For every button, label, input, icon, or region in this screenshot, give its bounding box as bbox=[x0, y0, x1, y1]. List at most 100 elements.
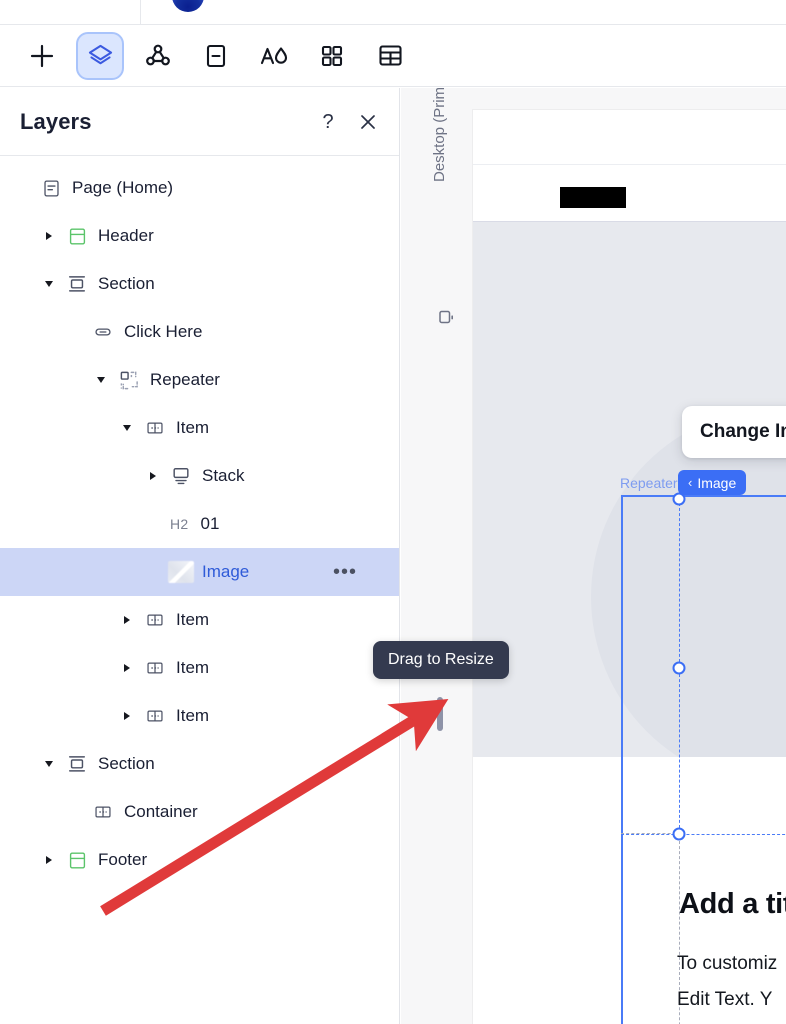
chevron-right-icon[interactable] bbox=[118, 659, 136, 677]
item-icon bbox=[92, 801, 114, 823]
resize-handle-bottom[interactable] bbox=[672, 827, 686, 841]
chevron-right-icon[interactable] bbox=[40, 851, 58, 869]
item-icon bbox=[144, 417, 166, 439]
hero-title: Add a tit bbox=[679, 888, 786, 920]
main-toolbar bbox=[0, 25, 786, 87]
canvas-area: Desktop (Primary) Change Im Repeater ‹ I… bbox=[401, 88, 786, 1024]
item-icon bbox=[144, 609, 166, 631]
layer-row-label: Repeater bbox=[150, 370, 220, 389]
viewport-label: Desktop (Primary) bbox=[431, 88, 448, 182]
layer-row-label: 01 bbox=[200, 514, 220, 533]
chevron-right-icon[interactable] bbox=[118, 611, 136, 629]
layers-panel-header: Layers ? bbox=[0, 88, 399, 156]
connections-button[interactable] bbox=[134, 32, 182, 80]
document-icon bbox=[203, 43, 229, 69]
layer-row-label: Item bbox=[176, 418, 210, 437]
selected-element-chip[interactable]: ‹ Image bbox=[678, 470, 747, 495]
resize-tooltip: Drag to Resize bbox=[373, 641, 509, 679]
chevron-right-icon[interactable] bbox=[144, 467, 162, 485]
layer-row-item[interactable]: Item bbox=[0, 404, 399, 452]
layer-row-header[interactable]: Header bbox=[0, 212, 399, 260]
resize-handle-middle[interactable] bbox=[672, 661, 686, 675]
layer-row-01[interactable]: H2 01 bbox=[0, 500, 399, 548]
layer-row-label: Item bbox=[176, 658, 210, 677]
theme-button[interactable] bbox=[250, 32, 298, 80]
section-icon bbox=[66, 753, 88, 775]
layer-row-image[interactable]: Image ••• bbox=[0, 548, 399, 596]
layer-row-page-home[interactable]: Page (Home) bbox=[0, 164, 399, 212]
selected-element-chip-label: Image bbox=[697, 474, 737, 491]
layer-row-label: Footer bbox=[98, 850, 148, 869]
hero-body-line: To customiz bbox=[677, 953, 778, 974]
top-strip-divider bbox=[140, 0, 141, 25]
chevron-down-icon[interactable] bbox=[118, 419, 136, 437]
layer-row-label: Stack bbox=[202, 466, 245, 485]
layer-row-item[interactable]: Item bbox=[0, 596, 399, 644]
apps-button[interactable] bbox=[308, 32, 356, 80]
top-strip bbox=[0, 0, 786, 25]
repeater-bounding-box bbox=[621, 495, 786, 1024]
plus-icon bbox=[28, 42, 56, 70]
layer-row-section[interactable]: Section bbox=[0, 740, 399, 788]
chevron-left-icon: ‹ bbox=[688, 475, 693, 490]
layer-row-click-here[interactable]: Click Here bbox=[0, 308, 399, 356]
repeater-label: Repeater bbox=[620, 475, 678, 491]
layer-row-label: Section bbox=[98, 274, 155, 293]
header-icon bbox=[66, 225, 88, 247]
page-icon bbox=[40, 177, 62, 199]
header-icon bbox=[66, 849, 88, 871]
layer-row-section[interactable]: Section bbox=[0, 260, 399, 308]
chevron-down-icon[interactable] bbox=[40, 755, 58, 773]
layer-row-container[interactable]: Container bbox=[0, 788, 399, 836]
layer-row-stack[interactable]: Stack bbox=[0, 452, 399, 500]
layers-button[interactable] bbox=[76, 31, 124, 80]
table-button[interactable] bbox=[366, 32, 414, 80]
chevron-down-icon[interactable] bbox=[40, 275, 58, 293]
text-and-color-icon bbox=[259, 43, 289, 69]
logo-placeholder bbox=[560, 187, 626, 208]
heading-level-tag: H2 bbox=[170, 516, 189, 532]
hero-body-line: text and m bbox=[677, 1018, 777, 1024]
table-icon bbox=[377, 43, 404, 68]
chevron-right-icon[interactable] bbox=[118, 707, 136, 725]
layers-panel: Layers ? Page (Home) Header Section Click H… bbox=[0, 88, 400, 1024]
layer-row-label: Image bbox=[202, 562, 250, 581]
page-button[interactable] bbox=[192, 32, 240, 80]
change-image-button[interactable]: Change Im bbox=[682, 406, 786, 458]
layer-row-item[interactable]: Item bbox=[0, 692, 399, 740]
section-icon bbox=[66, 273, 88, 295]
layer-row-label: Container bbox=[124, 802, 198, 821]
close-icon[interactable] bbox=[355, 109, 381, 135]
repeater-icon bbox=[118, 369, 140, 391]
layer-row-label: Item bbox=[176, 610, 210, 629]
desktop-icon bbox=[439, 310, 455, 330]
layer-row-label: Page (Home) bbox=[72, 178, 174, 197]
layer-row-label: Section bbox=[98, 754, 155, 773]
hero-body-text: To customiz Edit Text. Y text and m bbox=[677, 946, 777, 1024]
button-icon bbox=[92, 321, 114, 343]
selection-guide-horizontal bbox=[621, 834, 786, 835]
layer-row-footer[interactable]: Footer bbox=[0, 836, 399, 884]
node-graph-icon bbox=[144, 42, 172, 70]
add-button[interactable] bbox=[18, 32, 66, 80]
help-icon[interactable]: ? bbox=[315, 109, 341, 135]
resize-handle-top[interactable] bbox=[672, 492, 686, 506]
page-title: Layers bbox=[20, 108, 92, 134]
layer-row-label: Header bbox=[98, 226, 154, 245]
item-icon bbox=[144, 705, 166, 727]
stack-icon bbox=[170, 465, 192, 487]
site-navbar bbox=[473, 166, 786, 221]
panel-header-actions: ? bbox=[315, 88, 381, 156]
layer-row-repeater[interactable]: Repeater bbox=[0, 356, 399, 404]
image-thumbnail bbox=[168, 561, 194, 583]
layer-row-label: Click Here bbox=[124, 322, 203, 341]
layer-row-more-button[interactable]: ••• bbox=[333, 562, 357, 582]
chevron-right-icon[interactable] bbox=[40, 227, 58, 245]
chevron-down-icon[interactable] bbox=[92, 371, 110, 389]
panel-resize-handle[interactable] bbox=[437, 697, 443, 731]
grid-apps-icon bbox=[319, 43, 345, 69]
app-root: Layers ? Page (Home) Header Section Click H… bbox=[0, 0, 786, 1024]
layer-row-item[interactable]: Item bbox=[0, 644, 399, 692]
layer-row-label: Item bbox=[176, 706, 210, 725]
layers-icon bbox=[87, 42, 114, 69]
